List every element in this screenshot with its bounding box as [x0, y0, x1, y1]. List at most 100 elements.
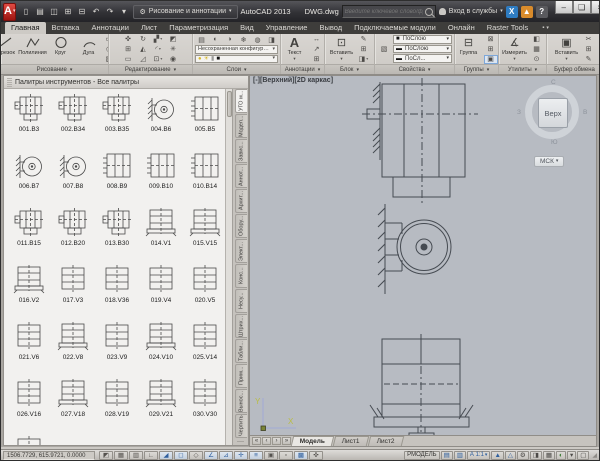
plot-icon[interactable]: ⊟: [75, 5, 88, 19]
layer-isolate-button[interactable]: ◑: [223, 35, 236, 44]
insert-block-button[interactable]: ⊡Вставить▾: [329, 35, 355, 63]
quick-view-drawings-button[interactable]: ▥: [454, 451, 466, 460]
palette-tab-7[interactable]: Конс...: [235, 264, 247, 288]
quick-calc-button[interactable]: ▦: [530, 45, 544, 54]
toolbar-lock-button[interactable]: ◨: [530, 451, 542, 460]
polar-tracking-toggle[interactable]: ◢: [159, 451, 173, 460]
help-search-box[interactable]: [342, 5, 436, 18]
palette-item[interactable]: 028.V19: [95, 378, 139, 435]
object-snap-toggle[interactable]: ◻: [174, 451, 188, 460]
close-button[interactable]: ×: [591, 1, 600, 14]
qat-customize-icon[interactable]: ▾: [117, 5, 130, 19]
match-properties-button[interactable]: ▧: [377, 45, 391, 54]
stretch-button[interactable]: ▭: [121, 55, 135, 64]
palette-item[interactable]: 002.B34: [51, 93, 95, 150]
attributes-button[interactable]: ◨▾: [357, 55, 371, 64]
help-icon[interactable]: ?: [536, 6, 548, 18]
fillet-button[interactable]: ◜▾: [151, 45, 165, 54]
block-panel-footer[interactable]: Блок▾: [325, 64, 374, 74]
ribbon-tab-9[interactable]: Онлайн: [442, 22, 481, 34]
next-tab-icon[interactable]: ›: [272, 437, 281, 445]
layer-properties-button[interactable]: ▤: [195, 35, 208, 44]
model-paper-toggle[interactable]: РМОДЕЛЬ: [404, 451, 439, 460]
utilities-panel-footer[interactable]: Утилиты▾: [499, 64, 546, 74]
qnew-icon[interactable]: ▯: [19, 5, 32, 19]
object-color-dropdown[interactable]: ■ПоСлою▾: [393, 35, 452, 44]
measure-button[interactable]: ∡Измерить▾: [502, 35, 528, 63]
search-input[interactable]: [345, 9, 423, 15]
palette-item[interactable]: 004.B6: [139, 93, 183, 150]
palette-tab-11[interactable]: Прим...: [235, 364, 247, 388]
palette-item[interactable]: [7, 435, 51, 445]
lineweight-dropdown[interactable]: ▬ПоСлою▾: [393, 45, 452, 54]
move-button[interactable]: ✜: [121, 35, 135, 44]
ribbon-tab-1[interactable]: Вставка: [46, 22, 86, 34]
arc-button[interactable]: Дуга: [76, 35, 102, 63]
layers-panel-footer[interactable]: Слои▾: [193, 64, 280, 74]
palette-item[interactable]: 016.V2: [7, 264, 51, 321]
annotation-visibility-button[interactable]: ▲: [491, 451, 503, 460]
saveas-icon[interactable]: ⊞: [61, 5, 74, 19]
viewcube-top-face[interactable]: Верх: [538, 98, 568, 128]
palette-item[interactable]: 013.B30: [95, 207, 139, 264]
layout-tab-2[interactable]: Лист2: [368, 436, 404, 446]
properties-panel-footer[interactable]: Свойства▾: [375, 64, 454, 74]
palette-tab-8[interactable]: Несу...: [235, 289, 247, 313]
polyline-button[interactable]: Полилиния: [20, 35, 46, 63]
palette-tab-6[interactable]: Элект...: [235, 239, 247, 263]
ortho-toggle[interactable]: ∟: [144, 451, 158, 460]
dimension-button[interactable]: ↔: [310, 35, 324, 44]
line-button[interactable]: Отрезок: [1, 35, 18, 63]
open-icon[interactable]: ▤: [33, 5, 46, 19]
palette-item[interactable]: 008.B9: [95, 150, 139, 207]
group-selection-toggle[interactable]: ▣: [484, 55, 498, 64]
linetype-dropdown[interactable]: ▬ПоСл...▾: [393, 54, 452, 63]
quick-view-layouts-button[interactable]: ▤: [441, 451, 453, 460]
palette-item[interactable]: 027.V18: [51, 378, 95, 435]
ribbon-tab-10[interactable]: Raster Tools: [481, 22, 535, 34]
palette-tab-10[interactable]: Табли...: [235, 339, 247, 363]
quick-select-button[interactable]: ◧: [530, 35, 544, 44]
palette-item[interactable]: 007.B8: [51, 150, 95, 207]
scale-button[interactable]: ◿: [136, 55, 150, 64]
ribbon-tab-4[interactable]: Параметризация: [163, 22, 234, 34]
ribbon-tab-5[interactable]: Вид: [234, 22, 260, 34]
rotate-button[interactable]: ↻: [136, 35, 150, 44]
palette-item[interactable]: 012.B20: [51, 207, 95, 264]
workspace-dropdown[interactable]: ⚙ Рисование и аннотации ▾: [133, 5, 237, 19]
compass-south-label[interactable]: Ю: [551, 139, 558, 146]
status-menu-caret[interactable]: ▾: [567, 451, 576, 460]
layer-dropdown[interactable]: ●☀▮■▾: [195, 55, 278, 64]
quick-properties-toggle[interactable]: ▫: [279, 451, 293, 460]
layout-tab-0[interactable]: Модель: [291, 436, 335, 446]
application-menu-button[interactable]: A▾: [3, 3, 16, 21]
exchange-apps-icon[interactable]: X: [506, 6, 518, 18]
annotation-autoscale-button[interactable]: △: [505, 451, 516, 460]
palette-scrollbar[interactable]: [225, 89, 232, 445]
palette-item[interactable]: 006.B7: [7, 150, 51, 207]
palette-tab-9[interactable]: Штрих...: [235, 314, 247, 338]
minimize-button[interactable]: –: [555, 1, 573, 14]
palette-item[interactable]: 018.V36: [95, 264, 139, 321]
object-snap-3d-toggle[interactable]: ◇: [189, 451, 203, 460]
layout-tab-1[interactable]: Лист1: [333, 436, 369, 446]
palette-item[interactable]: 025.V14: [183, 321, 225, 378]
drawing-canvas[interactable]: [-][Верхний][2D каркас] С В Ю З Верх МСК…: [249, 75, 597, 447]
modify-panel-footer[interactable]: Редактирование▾: [109, 64, 192, 74]
compass-west-label[interactable]: З: [517, 109, 521, 116]
palette-item[interactable]: 017.V3: [51, 264, 95, 321]
ribbon-tab-0[interactable]: Главная: [5, 22, 46, 34]
palette-tab-2[interactable]: Завис...: [235, 139, 247, 163]
dynamic-ucs-toggle[interactable]: ⊿: [219, 451, 233, 460]
palette-item[interactable]: 010.B14: [183, 150, 225, 207]
draw-panel-footer[interactable]: Рисование▾: [1, 64, 108, 74]
block-edit-button[interactable]: ✎: [357, 35, 371, 44]
palette-titlebar[interactable]: Палитры инструментов - Все палитры: [4, 76, 248, 89]
search-icon[interactable]: [425, 8, 433, 16]
layer-freeze-button[interactable]: ❄: [237, 35, 250, 44]
palette-item[interactable]: 014.V1: [139, 207, 183, 264]
ribbon-tab-3[interactable]: Лист: [135, 22, 163, 34]
viewcube-wcs-button[interactable]: МСК ▾: [534, 156, 564, 167]
circle-button[interactable]: Круг: [48, 35, 74, 63]
match-props-button[interactable]: ✎: [582, 55, 596, 64]
